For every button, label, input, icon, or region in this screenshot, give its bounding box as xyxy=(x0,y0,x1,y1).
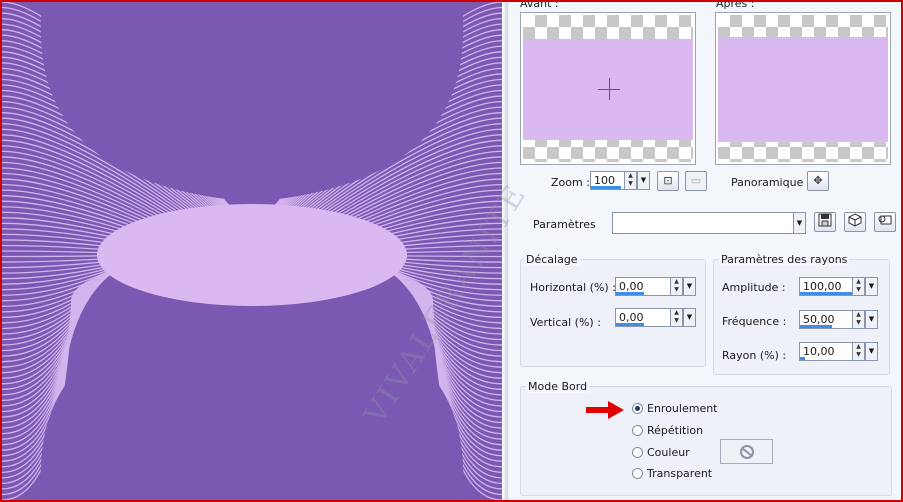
chevron-down-icon[interactable]: ▼ xyxy=(683,308,696,327)
rayon-label: Rayon (%) : xyxy=(722,349,787,362)
chevron-down-icon[interactable]: ▼ xyxy=(865,342,878,361)
move-cross-icon[interactable]: ✥ xyxy=(807,171,829,191)
horizontal-spinner[interactable]: ▲ ▼ xyxy=(670,278,682,295)
frequence-input[interactable]: 50,00 ▲ ▼ xyxy=(799,310,865,329)
after-preview xyxy=(715,12,891,165)
vertical-spinner[interactable]: ▲ ▼ xyxy=(670,309,682,326)
params-dropdown-icon[interactable]: ▼ xyxy=(793,212,806,234)
rays-pattern xyxy=(2,2,502,500)
vertical-label: Vertical (%) : xyxy=(530,316,601,329)
image-canvas[interactable] xyxy=(2,2,502,500)
before-preview[interactable] xyxy=(520,12,696,165)
radio-enroulement[interactable] xyxy=(632,403,643,414)
horizontal-input[interactable]: 0,00 ▲ ▼ xyxy=(615,277,683,296)
chevron-down-icon[interactable]: ▼ xyxy=(865,277,878,296)
horizontal-label: Horizontal (%) : xyxy=(530,281,616,294)
option-enroulement-label[interactable]: Enroulement xyxy=(647,402,718,415)
option-repetition-label[interactable]: Répétition xyxy=(647,424,703,437)
chevron-down-icon[interactable]: ▼ xyxy=(637,171,650,190)
rayons-title: Paramètres des rayons xyxy=(719,253,850,266)
amplitude-label: Amplitude : xyxy=(722,281,786,294)
frequence-spinner[interactable]: ▲ ▼ xyxy=(852,311,864,328)
option-transparent-label[interactable]: Transparent xyxy=(647,467,712,480)
color-swatch[interactable] xyxy=(720,439,773,464)
reset-icon[interactable] xyxy=(874,212,896,232)
vertical-input[interactable]: 0,00 ▲ ▼ xyxy=(615,308,683,327)
red-arrow-annotation xyxy=(586,401,624,419)
dice-icon[interactable] xyxy=(844,212,866,232)
chevron-down-icon[interactable]: ▼ xyxy=(683,277,696,296)
amplitude-input[interactable]: 100,00 ▲ ▼ xyxy=(799,277,865,296)
frequence-label: Fréquence : xyxy=(722,315,787,328)
rayon-input[interactable]: 10,00 ▲ ▼ xyxy=(799,342,865,361)
option-couleur-label[interactable]: Couleur xyxy=(647,446,690,459)
zoom-label: Zoom : xyxy=(551,176,590,189)
zoom-input[interactable]: 100 ▲ ▼ xyxy=(590,171,637,190)
save-icon[interactable] xyxy=(814,212,836,232)
mode-bord-title: Mode Bord xyxy=(526,380,590,393)
no-color-icon xyxy=(740,445,754,459)
chevron-down-icon[interactable]: ▼ xyxy=(865,310,878,329)
params-select[interactable] xyxy=(612,212,794,234)
panoramique-label: Panoramique : xyxy=(731,176,811,189)
radio-transparent[interactable] xyxy=(632,468,643,479)
fit-window-icon[interactable]: ⊡ xyxy=(657,171,679,191)
params-label: Paramètres xyxy=(533,218,596,231)
after-preview-fill xyxy=(718,37,888,142)
radio-repetition[interactable] xyxy=(632,425,643,436)
actual-size-icon[interactable]: ▭ xyxy=(685,171,707,191)
before-label: Avant : xyxy=(520,0,559,10)
amplitude-spinner[interactable]: ▲ ▼ xyxy=(852,278,864,295)
zoom-spinner[interactable]: ▲ ▼ xyxy=(624,172,636,189)
decalage-title: Décalage xyxy=(524,253,580,266)
rayon-spinner[interactable]: ▲ ▼ xyxy=(852,343,864,360)
radio-couleur[interactable] xyxy=(632,447,643,458)
after-label: Après : xyxy=(716,0,755,10)
